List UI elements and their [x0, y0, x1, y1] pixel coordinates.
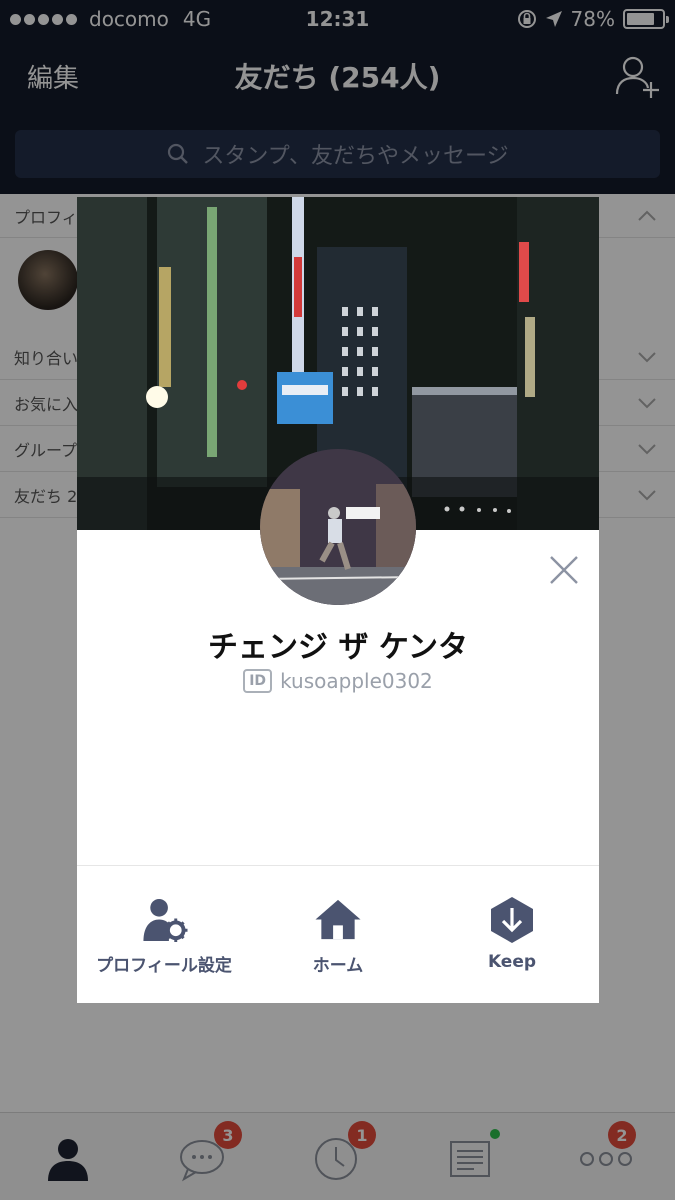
action-label: Keep — [487, 952, 537, 972]
home-icon — [315, 899, 361, 940]
id-tag: ID — [243, 669, 273, 693]
profile-settings-button[interactable]: プロフィール設定 — [77, 896, 251, 976]
home-button[interactable]: ホーム — [251, 896, 425, 976]
user-id: kusoapple0302 — [280, 669, 433, 693]
profile-name: チェンジ ザ ケンタ — [208, 630, 468, 665]
keep-icon — [491, 897, 533, 943]
profile-modal: チェンジ ザ ケンタ ID kusoapple0302 プロフィール設定 ホーム — [77, 197, 599, 1003]
profile-settings-icon — [143, 898, 188, 943]
action-label: プロフィール設定 — [96, 956, 232, 976]
close-icon[interactable] — [547, 553, 581, 587]
profile-actions: プロフィール設定 ホーム Keep — [77, 865, 599, 1003]
profile-avatar[interactable] — [260, 449, 416, 605]
keep-button[interactable]: Keep — [425, 896, 599, 976]
profile-id: ID kusoapple0302 — [77, 669, 599, 693]
action-label: ホーム — [312, 956, 364, 976]
